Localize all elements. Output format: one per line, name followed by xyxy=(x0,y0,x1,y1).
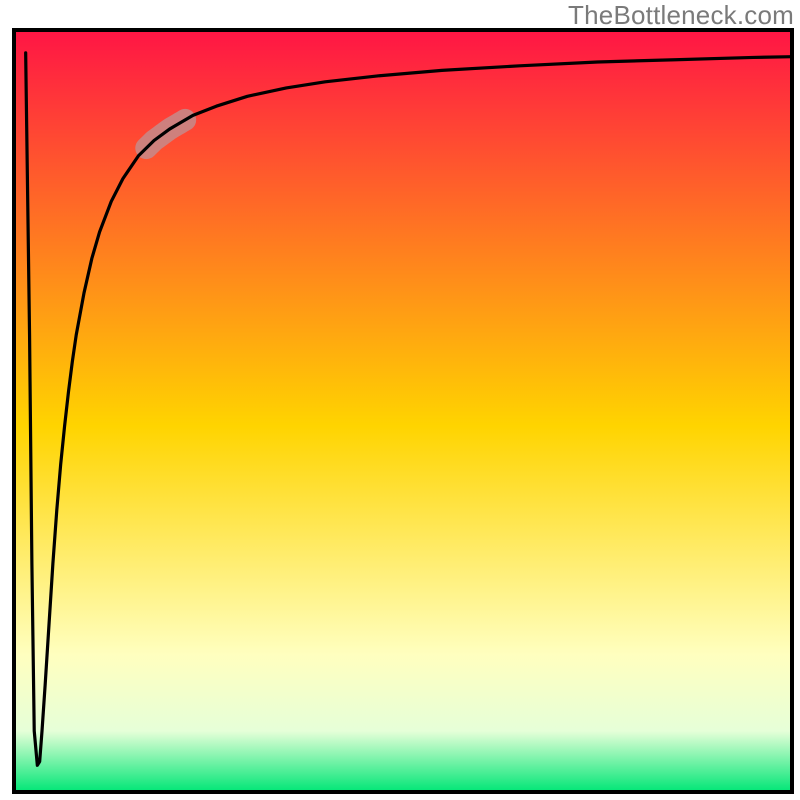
chart-container: TheBottleneck.com xyxy=(0,0,800,800)
bottleneck-chart xyxy=(0,0,800,800)
watermark-text: TheBottleneck.com xyxy=(568,0,794,31)
plot-background xyxy=(14,30,792,792)
